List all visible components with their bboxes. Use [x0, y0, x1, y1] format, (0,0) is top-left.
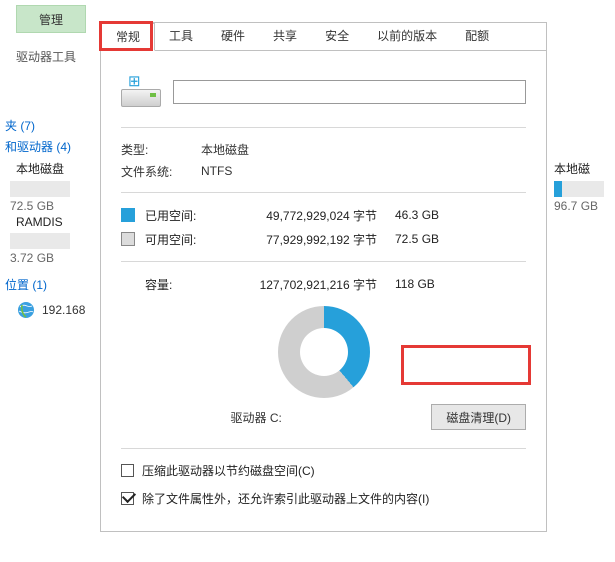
- divider: [121, 192, 526, 193]
- network-location-icon: [16, 300, 36, 320]
- tab-tools[interactable]: 工具: [155, 23, 207, 50]
- drive-usage-bar: [10, 181, 70, 197]
- tab-hardware[interactable]: 硬件: [207, 23, 259, 50]
- tab-general[interactable]: 常规: [101, 23, 155, 51]
- tab-sharing[interactable]: 共享: [259, 23, 311, 50]
- drive-item-c[interactable]: 本地磁盘 72.5 GB: [10, 160, 95, 213]
- drive-letter-label: 驱动器 C:: [121, 409, 391, 426]
- free-space-size: 72.5 GB: [395, 232, 455, 246]
- used-space-size: 46.3 GB: [395, 208, 455, 222]
- filesystem-value: NTFS: [201, 164, 232, 178]
- index-contents-label: 除了文件属性外，还允许索引此驱动器上文件的内容(I): [142, 490, 429, 507]
- manage-ribbon-button[interactable]: 管理: [16, 5, 86, 33]
- index-contents-checkbox[interactable]: [121, 492, 134, 505]
- drive-c-icon: ⊞: [121, 75, 161, 109]
- divider: [121, 261, 526, 262]
- drive-item-title: RAMDIS: [10, 215, 95, 229]
- windows-logo-icon: ⊞: [128, 72, 141, 90]
- drive-tools-label: 驱动器工具: [16, 48, 76, 65]
- used-space-label: 已用空间:: [145, 207, 225, 224]
- capacity-size: 118 GB: [395, 277, 455, 291]
- drive-item-size: 3.72 GB: [10, 251, 95, 265]
- used-space-swatch: [121, 208, 135, 222]
- disk-usage-pie-chart: [278, 306, 370, 398]
- tab-security[interactable]: 安全: [311, 23, 363, 50]
- disk-cleanup-button[interactable]: 磁盘清理(D): [431, 404, 526, 430]
- folders-group-header[interactable]: 夹 (7): [5, 117, 35, 134]
- tab-panel-general: ⊞ 类型: 本地磁盘 文件系统: NTFS 已用空间: 49,772,929,0…: [101, 51, 546, 531]
- capacity-bytes: 127,702,921,216 字节: [225, 276, 395, 293]
- free-space-swatch: [121, 232, 135, 246]
- drive-item-title: 本地磁: [554, 160, 614, 177]
- locations-group-header[interactable]: 位置 (1): [5, 276, 47, 293]
- drives-group-header[interactable]: 和驱动器 (4): [5, 138, 71, 155]
- dialog-tabs: 常规 工具 硬件 共享 安全 以前的版本 配额: [101, 23, 546, 51]
- divider: [121, 448, 526, 449]
- capacity-label: 容量:: [145, 276, 225, 293]
- drive-item-ramdisk[interactable]: RAMDIS 3.72 GB: [10, 215, 95, 265]
- tab-previous[interactable]: 以前的版本: [363, 23, 451, 50]
- used-space-bytes: 49,772,929,024 字节: [225, 207, 395, 224]
- drive-item-right[interactable]: 本地磁 96.7 GB: [554, 160, 614, 213]
- free-space-bytes: 77,929,992,192 字节: [225, 231, 395, 248]
- compress-drive-checkbox[interactable]: [121, 464, 134, 477]
- drive-item-size: 96.7 GB: [554, 199, 614, 213]
- drive-item-title: 本地磁盘: [10, 160, 95, 177]
- free-space-label: 可用空间:: [145, 231, 225, 248]
- drive-item-size: 72.5 GB: [10, 199, 95, 213]
- drive-usage-bar: [554, 181, 604, 197]
- type-label: 类型:: [121, 141, 201, 158]
- network-location-label[interactable]: 192.168: [42, 303, 85, 317]
- divider: [121, 127, 526, 128]
- type-value: 本地磁盘: [201, 141, 249, 158]
- compress-drive-label: 压缩此驱动器以节约磁盘空间(C): [142, 462, 315, 479]
- drive-usage-bar: [10, 233, 70, 249]
- drive-label-input[interactable]: [173, 80, 526, 104]
- filesystem-label: 文件系统:: [121, 163, 201, 180]
- drive-properties-dialog: 常规 工具 硬件 共享 安全 以前的版本 配额 ⊞ 类型: 本地磁盘 文件系统:…: [100, 22, 547, 532]
- tab-quota[interactable]: 配额: [451, 23, 503, 50]
